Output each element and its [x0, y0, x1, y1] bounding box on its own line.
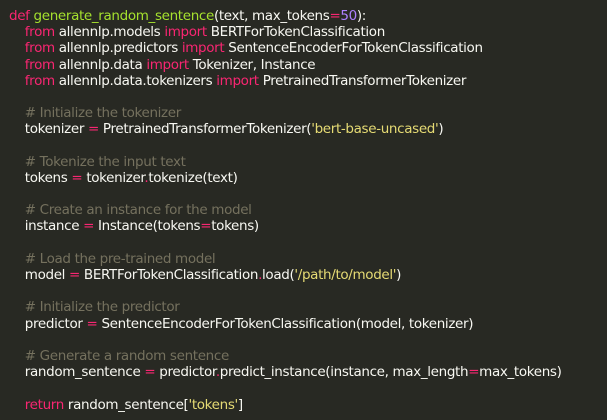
operator-token: =	[88, 121, 99, 138]
code-token: random_sentence[	[63, 396, 189, 413]
code-token: max_tokens)	[479, 364, 562, 381]
code-token: instance	[9, 218, 84, 235]
string-token: '/path/to/model'	[294, 267, 397, 283]
comment-token: # Tokenize the input text	[24, 153, 186, 170]
operator-token: =	[329, 8, 341, 24]
code-token: SentenceEncoderForTokenClassification(mo…	[97, 315, 474, 332]
operator-token: =	[71, 169, 83, 186]
comment-token: # Load the pre-trained model	[24, 250, 216, 267]
code-line: random_sentence = predictor.predict_inst…	[9, 364, 607, 380]
code-token: Tokenizer, Instance	[188, 56, 316, 73]
code-token: )	[438, 121, 444, 138]
code-token: tokenizer	[82, 169, 145, 186]
keyword-token: from	[24, 56, 55, 73]
code-token: PretrainedTransformerTokenizer	[258, 72, 467, 89]
string-token: 'tokens'	[188, 396, 238, 413]
comment-token: # Create an instance for the model	[24, 202, 252, 219]
code-line: # Create an instance for the model	[9, 202, 607, 218]
code-line: from allennlp.models import BERTForToken…	[9, 24, 607, 40]
keyword-token: from	[24, 24, 55, 41]
operator-token: =	[83, 218, 95, 235]
number-token: 50	[340, 8, 357, 24]
code-line: return random_sentence['tokens']	[9, 397, 607, 413]
code-line: tokenizer = PretrainedTransformerTokeniz…	[9, 121, 607, 137]
keyword-token: import	[164, 24, 207, 41]
string-token: 'bert-base-uncased'	[311, 121, 439, 138]
code-line: from allennlp.data import Tokenizer, Ins…	[9, 57, 607, 73]
code-token: predictor	[9, 315, 87, 332]
code-token: Instance(tokens	[94, 218, 201, 235]
code-token: SentenceEncoderForTokenClassification	[224, 40, 483, 57]
code-line: predictor = SentenceEncoderForTokenClass…	[9, 316, 607, 332]
operator-token: =	[468, 364, 480, 381]
operator-token: =	[86, 315, 98, 332]
code-token: PretrainedTransformerTokenizer(	[98, 121, 312, 138]
code-token: tokenize(text)	[148, 169, 238, 186]
operator-token: =	[200, 218, 212, 235]
code-line: def generate_random_sentence(text, max_t…	[9, 8, 607, 24]
code-line: # Load the pre-trained model	[9, 251, 607, 267]
keyword-token: from	[24, 40, 55, 57]
code-line: # Tokenize the input text	[9, 154, 607, 170]
code-line: from allennlp.predictors import Sentence…	[9, 40, 607, 56]
comment-token: # Generate a random sentence	[24, 347, 229, 364]
code-token: predict_instance(instance, max_length	[219, 364, 469, 381]
keyword-token: import	[181, 40, 225, 57]
keyword-token: return	[24, 396, 65, 413]
comment-token: # Initialize the predictor	[24, 299, 180, 316]
operator-token: =	[144, 364, 156, 381]
code-token: random_sentence	[9, 364, 145, 381]
code-token: )	[396, 267, 402, 283]
code-token: allennlp.data	[54, 56, 147, 73]
code-token: ):	[356, 8, 367, 24]
code-token: ]	[237, 396, 243, 413]
code-line: from allennlp.data.tokenizers import Pre…	[9, 73, 607, 89]
code-token: BERTForTokenClassification	[206, 24, 386, 41]
keyword-token: from	[24, 72, 55, 89]
code-token: model	[9, 267, 69, 283]
code-token: allennlp.models	[54, 24, 165, 41]
code-token: predictor	[155, 364, 216, 381]
code-line: instance = Instance(tokens=tokens)	[9, 218, 607, 234]
code-line: model = BERTForTokenClassification.load(…	[9, 267, 607, 283]
code-token: (text, max_tokens	[213, 8, 330, 24]
code-token: tokens)	[211, 218, 259, 235]
comment-token: # Initialize the tokenizer	[24, 105, 182, 122]
code-token: load(	[262, 267, 295, 283]
operator-token: =	[69, 267, 80, 283]
keyword-token: def	[9, 8, 30, 24]
code-token: tokens	[9, 169, 72, 186]
code-line: # Initialize the predictor	[9, 299, 607, 315]
keyword-token: import	[216, 72, 259, 89]
function-name-token: generate_random_sentence	[33, 8, 215, 24]
code-token: allennlp.data.tokenizers	[54, 72, 217, 89]
code-token: BERTForTokenClassification	[79, 267, 259, 283]
keyword-token: import	[146, 56, 189, 73]
code-token: allennlp.predictors	[54, 40, 182, 57]
code-line: # Generate a random sentence	[9, 348, 607, 364]
code-line: tokens = tokenizer.tokenize(text)	[9, 170, 607, 186]
code-token: tokenizer	[9, 121, 89, 138]
code-editor[interactable]: def generate_random_sentence(text, max_t…	[0, 0, 607, 420]
code-line: # Initialize the tokenizer	[9, 105, 607, 121]
